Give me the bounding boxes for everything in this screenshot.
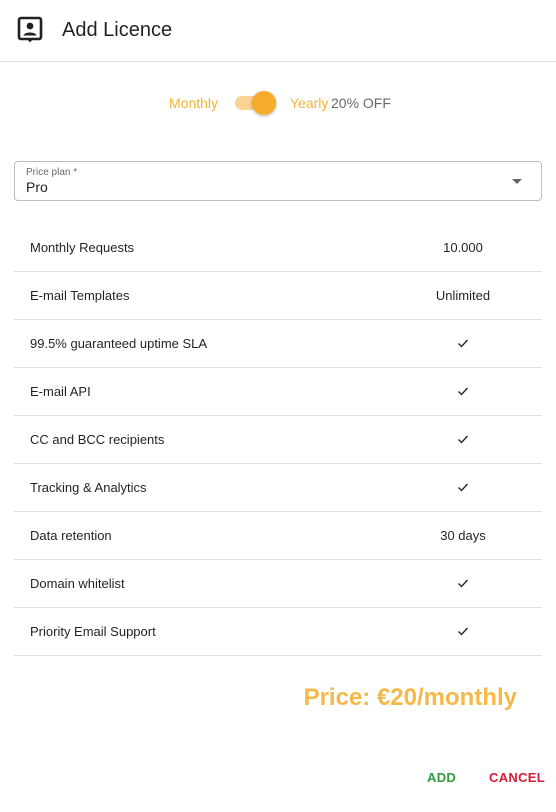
features-table: Monthly Requests 10.000 E-mail Templates Un…	[14, 224, 542, 656]
contact-icon	[17, 16, 43, 43]
dialog-header: Add Licence	[0, 0, 556, 62]
check-icon	[458, 483, 469, 492]
table-row: E-mail API	[14, 368, 542, 416]
check-icon	[458, 579, 469, 588]
price-plan-select[interactable]: Price plan * Pro	[14, 161, 542, 201]
feature-name: 99.5% guaranteed uptime SLA	[30, 336, 208, 351]
feature-name: Domain whitelist	[30, 576, 125, 591]
dropdown-arrow-icon[interactable]	[512, 179, 522, 184]
price-plan-value: Pro	[26, 179, 48, 195]
table-row: 99.5% guaranteed uptime SLA	[14, 320, 542, 368]
check-icon	[458, 435, 469, 444]
discount-label: 20% OFF	[331, 95, 391, 111]
feature-value: 10.000	[443, 240, 483, 255]
table-row: Domain whitelist	[14, 560, 542, 608]
dialog-title: Add Licence	[62, 19, 173, 41]
table-row: Monthly Requests 10.000	[14, 224, 542, 272]
price-summary: Price: €20/monthly	[303, 684, 517, 711]
feature-name: Monthly Requests	[30, 240, 135, 255]
feature-value: Unlimited	[435, 288, 491, 303]
check-icon	[458, 627, 469, 636]
table-row: Tracking & Analytics	[14, 464, 542, 512]
feature-name: E-mail Templates	[30, 288, 130, 303]
feature-name: Data retention	[30, 528, 112, 543]
add-button[interactable]: ADD	[427, 770, 456, 786]
feature-value: 30 days	[440, 528, 486, 543]
price-plan-label: Price plan *	[26, 167, 78, 178]
table-row: Priority Email Support	[14, 608, 542, 656]
feature-name: E-mail API	[30, 384, 91, 399]
billing-period-switch[interactable]	[234, 88, 278, 118]
feature-name: Tracking & Analytics	[30, 480, 147, 495]
feature-name: CC and BCC recipients	[30, 432, 165, 447]
check-icon	[458, 387, 469, 396]
yearly-label[interactable]: Yearly	[290, 95, 328, 111]
switch-thumb[interactable]	[252, 91, 276, 115]
monthly-label[interactable]: Monthly	[169, 95, 218, 111]
billing-toggle-row: Monthly Yearly 20% OFF	[0, 88, 556, 118]
table-row: E-mail Templates Unlimited	[14, 272, 542, 320]
table-row: Data retention 30 days	[14, 512, 542, 560]
check-icon	[458, 339, 469, 348]
table-row: CC and BCC recipients	[14, 416, 542, 464]
cancel-button[interactable]: CANCEL	[489, 770, 545, 786]
feature-name: Priority Email Support	[30, 624, 156, 639]
